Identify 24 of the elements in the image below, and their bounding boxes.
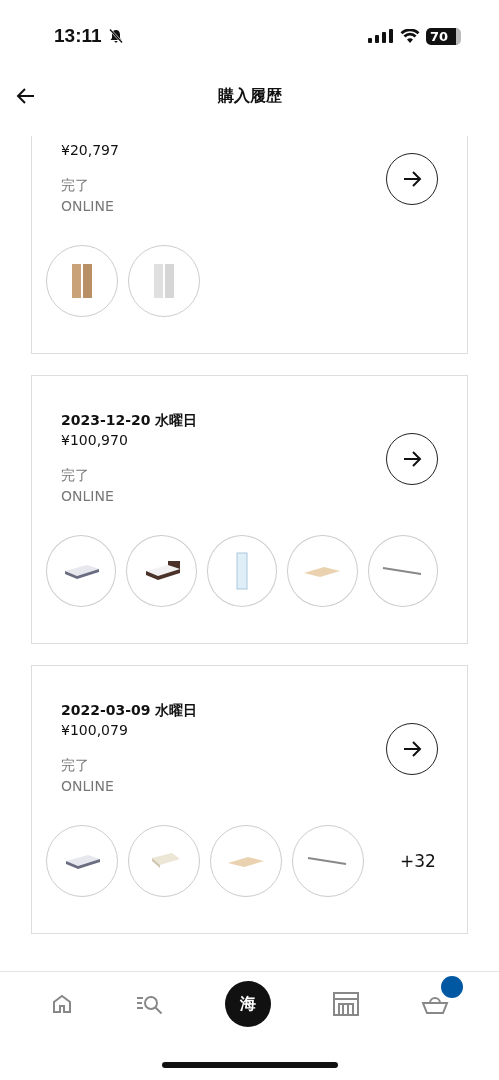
profile-avatar[interactable]: 海 bbox=[225, 981, 272, 1027]
order-channel: ONLINE bbox=[61, 777, 115, 796]
order-status: 完了 bbox=[61, 756, 90, 775]
order-status: 完了 bbox=[61, 176, 90, 195]
order-price: ¥100,970 bbox=[61, 431, 129, 450]
cart-badge bbox=[440, 976, 463, 998]
store-icon[interactable] bbox=[332, 991, 361, 1017]
order-price: ¥20,797 bbox=[61, 141, 119, 160]
page-title: 購入履歴 bbox=[217, 85, 282, 107]
arrow-button[interactable] bbox=[386, 432, 438, 485]
order-date: 2022-03-09 水曜日 bbox=[61, 701, 198, 720]
order-channel: ONLINE bbox=[61, 487, 115, 506]
order-status: 完了 bbox=[61, 466, 90, 485]
arrow-button[interactable] bbox=[386, 152, 438, 205]
signal-icon bbox=[367, 29, 394, 43]
status-time: 13:11 bbox=[54, 25, 102, 47]
order-channel: ONLINE bbox=[61, 197, 115, 216]
arrow-button[interactable] bbox=[386, 722, 438, 775]
order-price: ¥100,079 bbox=[61, 721, 129, 740]
wifi-icon bbox=[399, 29, 420, 43]
more-items-count[interactable]: +32 bbox=[400, 851, 436, 871]
bell-muted-icon bbox=[107, 28, 124, 44]
battery-level: 70 bbox=[425, 27, 461, 45]
order-date: 2023-12-20 水曜日 bbox=[61, 411, 198, 430]
